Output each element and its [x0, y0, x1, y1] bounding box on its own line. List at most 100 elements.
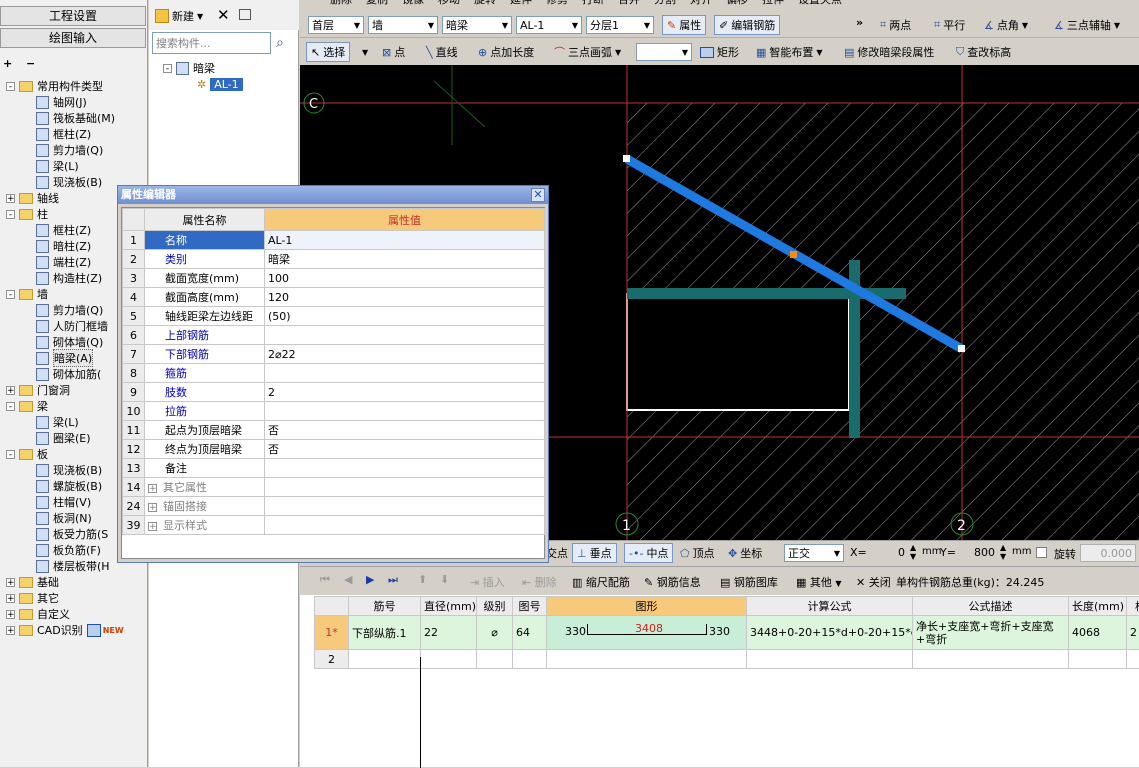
layer-select[interactable]: 分层1▼ — [586, 16, 654, 34]
cell-grade[interactable]: ⌀ — [477, 616, 513, 650]
tree-item[interactable]: 筏板基础(M) — [36, 110, 115, 126]
top-toolbar-button[interactable]: 旋转 — [474, 0, 496, 7]
y-spinner-icon[interactable]: ▲▼ — [1000, 543, 1006, 561]
property-value[interactable]: (50) — [265, 307, 545, 326]
top-toolbar-button[interactable]: 合并 — [618, 0, 640, 7]
header-rebar-no[interactable]: 筋号 — [349, 597, 421, 616]
tree-item[interactable]: -柱 — [6, 206, 48, 222]
snap-perpendicular-button[interactable]: ⊥垂点 — [572, 543, 617, 563]
select-button[interactable]: ↖选择 — [306, 42, 350, 62]
tree-item[interactable]: 柱帽(V) — [36, 494, 91, 510]
property-row[interactable]: 4截面高度(mm)120 — [123, 288, 545, 307]
property-name[interactable]: 下部钢筋 — [145, 345, 265, 364]
cell-formula-desc[interactable]: 净长+支座宽+弯折+支座宽+弯折 — [913, 616, 1069, 650]
close-icon[interactable]: ✕ — [531, 188, 545, 202]
property-row[interactable]: 2类别暗梁 — [123, 250, 545, 269]
header-length[interactable]: 长度(mm) — [1069, 597, 1127, 616]
tree-item[interactable]: 轴网(J) — [36, 94, 87, 110]
property-row[interactable]: 24+锚固搭接 — [123, 497, 545, 516]
tree-item[interactable]: 构造柱(Z) — [36, 270, 102, 286]
property-name[interactable]: +显示样式 — [145, 516, 265, 535]
collapse-icon[interactable]: - — [6, 82, 15, 91]
copy-icon[interactable] — [239, 9, 251, 20]
line-button[interactable]: ╲直线 — [422, 42, 462, 62]
x-spinner-icon[interactable]: ▲▼ — [910, 543, 916, 561]
cell-rebar-name[interactable] — [349, 650, 421, 669]
row-number[interactable]: 1* — [315, 616, 349, 650]
property-value[interactable] — [265, 497, 545, 516]
snap-coordinate-button[interactable]: ✥坐标 — [724, 543, 766, 563]
tree-item[interactable]: 板受力筋(S — [36, 526, 108, 542]
tree-item[interactable]: 螺旋板(B) — [36, 478, 102, 494]
opening[interactable] — [627, 294, 849, 410]
cell-formula[interactable] — [747, 650, 913, 669]
property-value[interactable] — [265, 402, 545, 421]
property-name[interactable]: 上部钢筋 — [145, 326, 265, 345]
tree-item[interactable]: -板 — [6, 446, 48, 462]
cell-formula[interactable]: 3448+0-20+15*d+0-20+15*d — [747, 616, 913, 650]
tree-item[interactable]: 楼层板带(H — [36, 558, 110, 574]
y-input[interactable]: 800 — [960, 544, 998, 562]
property-value[interactable] — [265, 326, 545, 345]
type-select[interactable]: 暗梁▼ — [442, 16, 512, 34]
scale-rebar-button[interactable]: ▥ 缩尺配筋 — [572, 574, 630, 590]
rectangle-button[interactable]: 矩形 — [696, 42, 743, 62]
collapse-all-icon[interactable]: − — [26, 57, 35, 70]
two-point-axis-button[interactable]: ⌗两点 — [876, 15, 915, 35]
property-value[interactable] — [265, 478, 545, 497]
tree-item[interactable]: 框柱(Z) — [36, 126, 91, 142]
last-record-icon[interactable]: ⏭ — [388, 573, 398, 587]
tree-item[interactable]: 砌体墙(Q) — [36, 334, 103, 350]
property-value[interactable]: 暗梁 — [265, 250, 545, 269]
tree-item[interactable]: 暗柱(Z) — [36, 238, 91, 254]
rebar-info-button[interactable]: ✎ 钢筋信息 — [644, 574, 701, 590]
property-name[interactable]: 拉筋 — [145, 402, 265, 421]
three-point-arc-button[interactable]: ⌒三点画弧▼ — [550, 42, 625, 62]
top-toolbar-button[interactable]: 镜像 — [402, 0, 424, 7]
header-diameter[interactable]: 直径(mm) — [421, 597, 477, 616]
tree-item[interactable]: +自定义 — [6, 606, 70, 622]
tree-item[interactable]: -常用构件类型 — [6, 78, 103, 94]
tree-item[interactable]: 圈梁(E) — [36, 430, 91, 446]
select-dropdown-icon[interactable]: ▼ — [362, 48, 368, 57]
new-component-button[interactable]: 新建▼ — [151, 6, 207, 26]
header-formula[interactable]: 计算公式 — [747, 597, 913, 616]
cell-diameter[interactable]: 22 — [421, 616, 477, 650]
cell-length[interactable] — [1069, 650, 1127, 669]
snap-vertex-button[interactable]: ⬠顶点 — [676, 543, 719, 563]
property-value[interactable] — [265, 364, 545, 383]
property-row[interactable]: 5轴线距梁左边线距(50) — [123, 307, 545, 326]
tree-item[interactable]: 端柱(Z) — [36, 254, 91, 270]
property-name[interactable]: 箍筋 — [145, 364, 265, 383]
property-value[interactable] — [265, 516, 545, 535]
cell-shape[interactable] — [547, 650, 747, 669]
tree-item[interactable]: +CAD识别NEW — [6, 622, 124, 638]
search-icon[interactable]: ⌕ — [276, 35, 292, 51]
property-value[interactable]: 120 — [265, 288, 545, 307]
first-record-icon[interactable]: ⏮ — [320, 573, 330, 587]
property-value[interactable]: AL-1 — [265, 231, 545, 250]
expand-icon[interactable]: + — [6, 626, 15, 635]
property-editor-window[interactable]: 属性编辑器 ✕ 属性名称 属性值 1名称AL-12类别暗梁3截面宽度(mm)10… — [117, 185, 549, 563]
table-row[interactable]: 2 — [315, 650, 1139, 669]
property-row[interactable]: 14+其它属性 — [123, 478, 545, 497]
property-editor-titlebar[interactable]: 属性编辑器 — [118, 186, 548, 204]
header-grade[interactable]: 级别 — [477, 597, 513, 616]
tree-item[interactable]: 板负筋(F) — [36, 542, 101, 558]
top-toolbar-button[interactable]: 对齐 — [690, 0, 712, 7]
expand-icon[interactable]: + — [6, 610, 15, 619]
property-value[interactable]: 100 — [265, 269, 545, 288]
cell-figure-no[interactable] — [513, 650, 547, 669]
move-down-icon[interactable]: ⬇ — [440, 573, 449, 586]
property-value[interactable]: 否 — [265, 421, 545, 440]
smart-layout-button[interactable]: ▦智能布置▼ — [752, 42, 827, 62]
cell-count[interactable] — [1127, 650, 1139, 669]
cell-length[interactable]: 4068 — [1069, 616, 1127, 650]
property-row[interactable]: 3截面宽度(mm)100 — [123, 269, 545, 288]
collapse-icon[interactable]: - — [163, 64, 172, 73]
cell-formula-desc[interactable] — [913, 650, 1069, 669]
expand-icon[interactable]: + — [148, 484, 157, 493]
tree-item[interactable]: 砌体加筋( — [36, 366, 101, 382]
expand-icon[interactable]: + — [6, 386, 15, 395]
tree-item[interactable]: 剪力墙(Q) — [36, 142, 103, 158]
